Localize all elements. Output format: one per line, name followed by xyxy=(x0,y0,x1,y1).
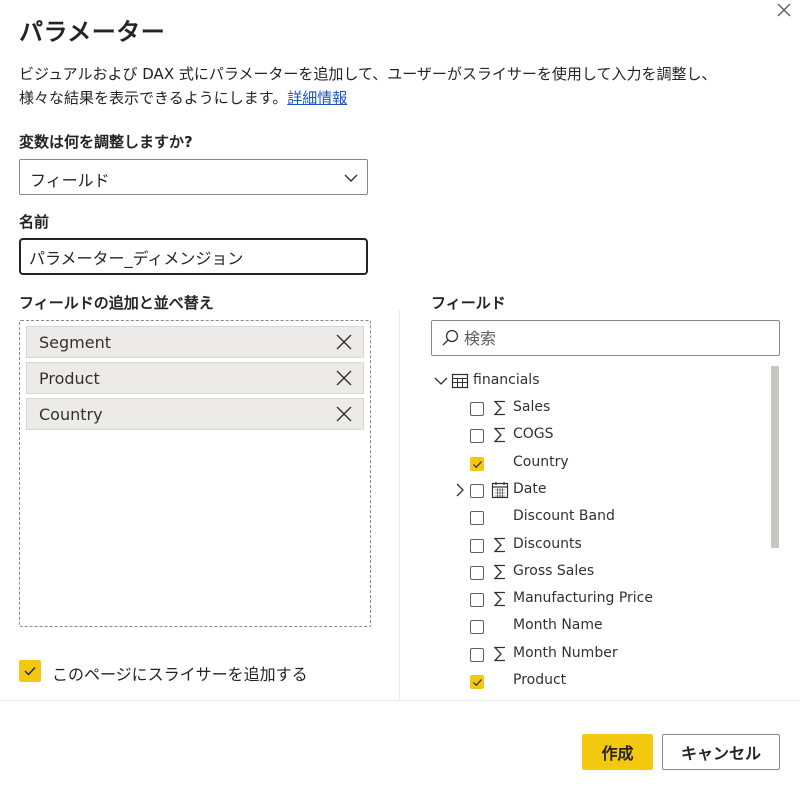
tree-field-row[interactable]: Month Name xyxy=(431,613,771,640)
tree-field-row[interactable]: Manufacturing Price xyxy=(431,586,771,613)
close-icon xyxy=(777,3,791,17)
field-label: Month Number xyxy=(513,645,618,661)
tree-field-row[interactable]: Gross Sales xyxy=(431,559,771,586)
panel-divider xyxy=(399,310,400,700)
tree-field-row[interactable]: Discount Band xyxy=(431,504,771,531)
field-chip-product[interactable]: Product xyxy=(26,362,364,394)
field-chip-label: Country xyxy=(39,405,103,424)
sigma-icon xyxy=(493,400,505,416)
cancel-button[interactable]: キャンセル xyxy=(662,734,780,770)
remove-icon[interactable] xyxy=(335,369,353,387)
field-label: Gross Sales xyxy=(513,563,595,579)
field-checkbox[interactable] xyxy=(470,648,484,662)
sigma-icon xyxy=(493,591,505,607)
chevron-down-icon[interactable] xyxy=(434,374,448,388)
fields-drop-zone[interactable]: Segment Product Country xyxy=(19,320,371,627)
table-name: financials xyxy=(473,372,540,388)
field-checkbox[interactable] xyxy=(470,620,484,634)
add-slicer-checkbox[interactable] xyxy=(19,660,41,682)
checkmark-icon xyxy=(473,679,482,687)
field-label: Month Name xyxy=(513,617,603,633)
field-label: Discount Band xyxy=(513,508,615,524)
sigma-icon xyxy=(493,427,505,443)
sigma-icon xyxy=(493,537,505,553)
sigma-icon xyxy=(493,646,505,662)
field-chip-segment[interactable]: Segment xyxy=(26,326,364,358)
tree-field-row[interactable]: Sales xyxy=(431,395,771,422)
field-checkbox[interactable] xyxy=(470,457,484,471)
field-checkbox[interactable] xyxy=(470,539,484,553)
field-checkbox[interactable] xyxy=(470,566,484,580)
tree-table-financials[interactable]: financials xyxy=(431,368,771,395)
field-label: Country xyxy=(513,454,569,470)
description-line-1: ビジュアルおよび DAX 式にパラメーターを追加して、ユーザーがスライサーを使用… xyxy=(19,65,717,83)
remove-icon[interactable] xyxy=(335,405,353,423)
chevron-right-icon[interactable] xyxy=(453,483,467,497)
field-checkbox[interactable] xyxy=(470,675,484,689)
description-line-2: 様々な結果を表示できるようにします。 xyxy=(19,89,288,107)
dialog-title: パラメーター xyxy=(19,18,166,46)
checkmark-icon xyxy=(24,667,36,676)
search-icon xyxy=(442,329,459,346)
calendar-icon xyxy=(491,482,509,499)
checkmark-icon xyxy=(473,461,482,469)
close-button[interactable] xyxy=(770,0,798,26)
name-label: 名前 xyxy=(19,213,50,231)
field-checkbox[interactable] xyxy=(470,511,484,525)
tree-field-row[interactable]: Date xyxy=(431,477,771,504)
fields-list-label: フィールドの追加と並べ替え xyxy=(19,294,214,312)
field-label: Product xyxy=(513,672,567,688)
field-checkbox[interactable] xyxy=(470,429,484,443)
field-chip-label: Segment xyxy=(39,333,111,352)
field-checkbox[interactable] xyxy=(470,402,484,416)
tree-field-row[interactable]: Discounts xyxy=(431,532,771,559)
field-chip-label: Product xyxy=(39,369,100,388)
remove-icon[interactable] xyxy=(335,333,353,351)
tree-field-row[interactable]: Country xyxy=(431,450,771,477)
field-search[interactable] xyxy=(431,320,780,356)
field-checkbox[interactable] xyxy=(470,593,484,607)
adjust-dropdown[interactable]: フィールド xyxy=(19,159,368,195)
tree-field-row[interactable]: Product xyxy=(431,668,771,695)
tree-field-row[interactable]: COGS xyxy=(431,422,771,449)
field-checkbox[interactable] xyxy=(470,484,484,498)
field-chip-country[interactable]: Country xyxy=(26,398,364,430)
field-label: Manufacturing Price xyxy=(513,590,653,606)
dialog-description: ビジュアルおよび DAX 式にパラメーターを追加して、ユーザーがスライサーを使用… xyxy=(19,62,779,110)
tree-scrollbar[interactable] xyxy=(771,366,779,548)
field-label: COGS xyxy=(513,426,554,442)
field-tree: financials Sales COGS Country Date Discount … xyxy=(431,366,771,700)
field-label: Date xyxy=(513,481,547,497)
adjust-dropdown-value: フィールド xyxy=(30,171,110,190)
sigma-icon xyxy=(493,564,505,580)
table-icon xyxy=(451,373,469,389)
adjust-label: 変数は何を調整しますか? xyxy=(19,133,193,151)
field-label: Discounts xyxy=(513,536,582,552)
learn-more-link[interactable]: 詳細情報 xyxy=(287,89,347,107)
name-input[interactable] xyxy=(19,238,368,275)
field-picker-label: フィールド xyxy=(431,294,506,312)
add-slicer-label: このページにスライサーを追加する xyxy=(52,665,308,684)
field-label: Sales xyxy=(513,399,551,415)
footer-divider xyxy=(0,700,800,701)
create-button[interactable]: 作成 xyxy=(582,734,653,770)
tree-field-row[interactable]: Month Number xyxy=(431,641,771,668)
chevron-down-icon xyxy=(344,174,358,182)
search-input[interactable] xyxy=(464,325,764,351)
